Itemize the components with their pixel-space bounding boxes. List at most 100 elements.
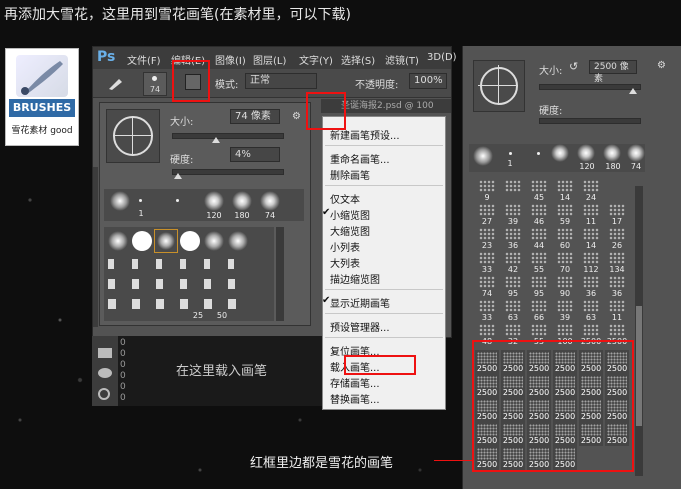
brush-size-label: 36 — [611, 289, 623, 298]
hardness-slider-knob[interactable] — [174, 173, 182, 179]
gear-icon[interactable]: ⚙ — [657, 60, 666, 71]
brush-grid-row[interactable] — [108, 299, 248, 309]
right-size-knob[interactable] — [629, 88, 637, 94]
menu-item-delete[interactable]: 删除画笔 — [330, 167, 370, 182]
mode-select[interactable]: 正常 — [245, 73, 317, 89]
recent-brush-3[interactable] — [176, 199, 179, 202]
brush-library-item[interactable]: 134 — [605, 250, 629, 274]
brush-grid-row[interactable] — [108, 279, 248, 289]
ps-app-icon[interactable]: Ps — [97, 49, 115, 65]
brush-size-value: 74 — [149, 85, 161, 94]
size-slider-knob[interactable] — [212, 137, 220, 143]
menu-item-large-list[interactable]: 大列表 — [330, 255, 360, 270]
recent-brush-4[interactable] — [204, 191, 224, 211]
brush-library-item[interactable]: 74 — [475, 274, 499, 298]
brush-library-item[interactable]: 9 — [475, 178, 499, 202]
right-size-field[interactable]: 2500 像素 — [589, 60, 637, 84]
menu-item-show-recent[interactable]: 显示近期画笔 — [330, 295, 390, 310]
opacity-field[interactable]: 100% — [409, 73, 447, 89]
brush-library-item[interactable]: 39 — [501, 202, 525, 226]
tool-icon[interactable] — [98, 348, 112, 358]
brush-library-item[interactable]: 44 — [527, 226, 551, 250]
menu-image[interactable]: 图像(I) — [215, 52, 246, 67]
brush-library-item[interactable]: 24 — [579, 178, 603, 202]
brush-grid-item[interactable] — [108, 231, 128, 251]
brush-library-item[interactable] — [501, 178, 525, 202]
zoom-tool-icon[interactable] — [98, 388, 110, 400]
brush-library-scrollbar[interactable] — [635, 186, 643, 476]
brush-grid-scrollbar[interactable] — [276, 227, 284, 321]
menu-item-text-only[interactable]: 仅文本 — [330, 191, 360, 206]
brush-angle-preview[interactable] — [106, 109, 160, 163]
gear-icon[interactable]: ⚙ — [292, 111, 301, 122]
brush-library-item[interactable]: 45 — [527, 178, 551, 202]
size-field[interactable]: 74 像素 — [230, 109, 280, 124]
brush-grid-item[interactable] — [180, 231, 200, 251]
brush-library-item[interactable]: 23 — [475, 226, 499, 250]
menu-layer[interactable]: 图层(L) — [253, 52, 286, 67]
hardness-field[interactable]: 4% — [230, 147, 280, 162]
brush-tool-icon[interactable] — [107, 75, 125, 91]
brush-library-item[interactable]: 95 — [527, 274, 551, 298]
brush-library-item[interactable]: 90 — [553, 274, 577, 298]
size-slider[interactable] — [172, 133, 284, 139]
menu-item-rename[interactable]: 重命名画笔... — [330, 151, 390, 166]
brush-library-item[interactable]: 11 — [605, 298, 629, 322]
menu-item-small-list[interactable]: 小列表 — [330, 239, 360, 254]
brush-library-item[interactable]: 112 — [579, 250, 603, 274]
hardness-slider[interactable] — [172, 169, 284, 175]
brush-library-item[interactable]: 39 — [553, 298, 577, 322]
brush-library-item[interactable]: 70 — [553, 250, 577, 274]
brush-library-item[interactable]: 14 — [579, 226, 603, 250]
brush-library-item[interactable]: 17 — [605, 202, 629, 226]
brush-library-item[interactable]: 36 — [501, 226, 525, 250]
menu-3d[interactable]: 3D(D) — [427, 52, 457, 63]
recent-brush-5[interactable] — [232, 191, 252, 211]
brush-library-item[interactable]: 33 — [475, 250, 499, 274]
brush-library-item[interactable]: 36 — [605, 274, 629, 298]
brush-library-item[interactable]: 63 — [579, 298, 603, 322]
menu-item-replace-brushes[interactable]: 替换画笔... — [330, 391, 380, 406]
brush-library-item[interactable]: 60 — [553, 226, 577, 250]
brush-library-item[interactable]: 42 — [501, 250, 525, 274]
menu-item-save-brushes[interactable]: 存储画笔... — [330, 375, 380, 390]
menu-item-large-thumb[interactable]: 大缩览图 — [330, 223, 370, 238]
brush-grid-row[interactable] — [108, 259, 248, 269]
brush-library-item[interactable]: 33 — [475, 298, 499, 322]
brush-library-item[interactable]: 26 — [605, 226, 629, 250]
brush-size-label: 14 — [559, 193, 571, 202]
menu-item-small-thumb[interactable]: 小缩览图 — [330, 207, 370, 222]
scrollbar-thumb[interactable] — [636, 306, 642, 426]
brush-library-item[interactable]: 95 — [501, 274, 525, 298]
brush-library-item[interactable]: 55 — [527, 250, 551, 274]
menu-type[interactable]: 文字(Y) — [299, 52, 333, 67]
right-size-slider[interactable] — [539, 84, 641, 90]
brush-library-item[interactable]: 63 — [501, 298, 525, 322]
brush-library-item[interactable]: 66 — [527, 298, 551, 322]
menu-file[interactable]: 文件(F) — [127, 52, 161, 67]
brush-grid-item[interactable] — [228, 231, 248, 251]
brush-size-label: 59 — [559, 217, 571, 226]
recent-brush-1[interactable] — [110, 191, 130, 211]
menu-filter[interactable]: 滤镜(T) — [385, 52, 419, 67]
brush-library-item[interactable]: 14 — [553, 178, 577, 202]
brush-grid-item[interactable] — [204, 231, 224, 251]
ruler: 0 0 0 0 0 0 — [120, 338, 126, 403]
brush-angle-preview-right[interactable] — [473, 60, 525, 112]
brush-library-item[interactable]: 46 — [527, 202, 551, 226]
tool-icon[interactable] — [98, 368, 112, 378]
brush-library-item[interactable]: 11 — [579, 202, 603, 226]
brush-library-item[interactable]: 59 — [553, 202, 577, 226]
brush-preset-picker[interactable]: 74 — [143, 72, 167, 96]
menu-item-stroke-thumb[interactable]: 描边缩览图 — [330, 271, 380, 286]
menu-item-preset-manager[interactable]: 预设管理器... — [330, 319, 390, 334]
reset-size-icon[interactable]: ↺ — [569, 60, 578, 73]
brush-grid-item[interactable] — [132, 231, 152, 251]
brush-library-item[interactable]: 36 — [579, 274, 603, 298]
brush-library-item[interactable]: 27 — [475, 202, 499, 226]
menu-select[interactable]: 选择(S) — [341, 52, 375, 67]
brush-grid-item-selected[interactable] — [154, 229, 178, 253]
right-hardness-slider[interactable] — [539, 118, 641, 124]
recent-brush-6[interactable] — [260, 191, 280, 211]
recent-brush-2[interactable] — [139, 199, 142, 202]
